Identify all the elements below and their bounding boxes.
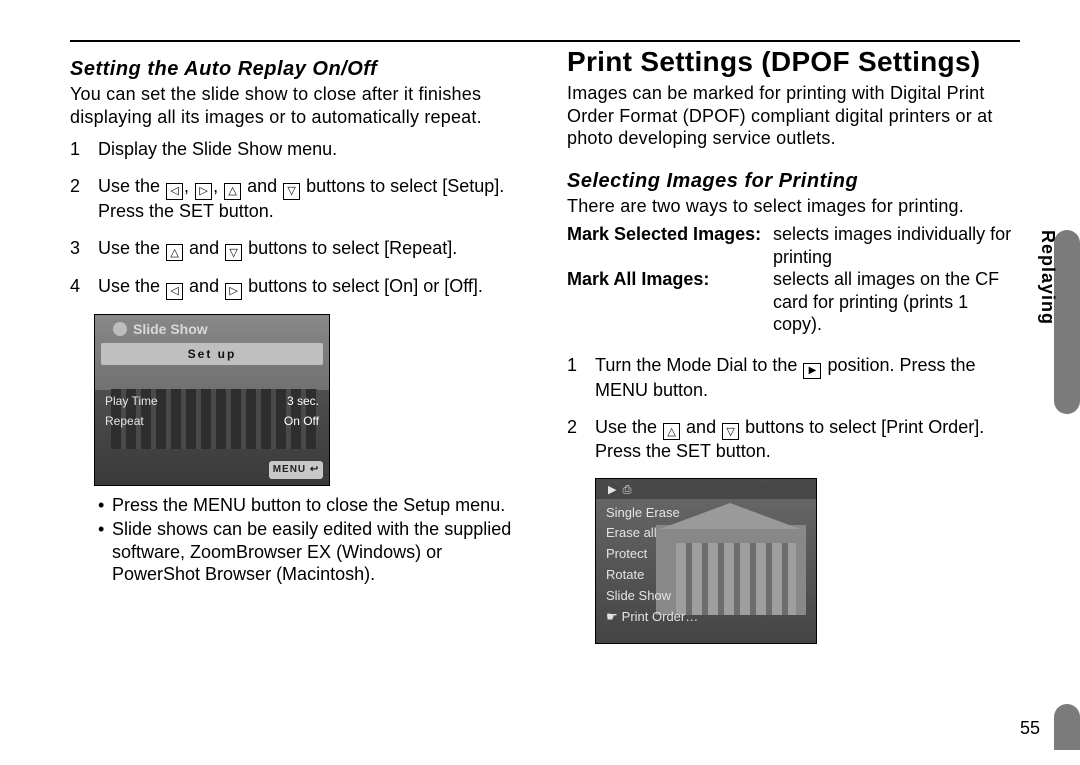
bullet-1: •Press the MENU button to close the Setu… bbox=[98, 494, 525, 517]
mi-single-erase: Single Erase bbox=[606, 503, 698, 524]
definitions: Mark Selected Images: selects images ind… bbox=[567, 223, 1022, 336]
menu-button-hint: MENU ↩ bbox=[269, 461, 323, 479]
down-triangle-icon: ▽ bbox=[722, 423, 739, 440]
rstep-1-text: Turn the Mode Dial to the ▶ position. Pr… bbox=[595, 354, 1022, 402]
step-4-text: Use the ◁ and ▷ buttons to select [On] o… bbox=[98, 275, 483, 300]
right-steps: 1 Turn the Mode Dial to the ▶ position. … bbox=[567, 354, 1022, 464]
right-triangle-icon: ▷ bbox=[195, 183, 212, 200]
rstep-1: 1 Turn the Mode Dial to the ▶ position. … bbox=[567, 354, 1022, 402]
left-steps: 1 Display the Slide Show menu. 2 Use the… bbox=[70, 138, 525, 300]
screenshot-menu: Set up Play Time 3 sec. Repeat On Off bbox=[101, 343, 323, 432]
two-column-layout: Setting the Auto Replay On/Off You can s… bbox=[70, 58, 1022, 644]
scr-setup-text: Set up bbox=[188, 344, 237, 364]
mi-print-order-text: Print Order… bbox=[622, 609, 699, 624]
def-mark-all: Mark All Images: selects all images on t… bbox=[567, 268, 1022, 336]
scr-play-r: 3 sec. bbox=[287, 391, 319, 411]
down-triangle-icon: ▽ bbox=[225, 244, 242, 261]
projector-icon bbox=[113, 322, 127, 336]
and: and bbox=[184, 238, 224, 258]
left-heading: Setting the Auto Replay On/Off bbox=[70, 58, 525, 81]
step-3: 3 Use the △ and ▽ buttons to select [Rep… bbox=[70, 237, 525, 262]
def-mark-selected: Mark Selected Images: selects images ind… bbox=[567, 223, 1022, 268]
r1-pre: Turn the Mode Dial to the bbox=[595, 355, 802, 375]
scr-repeat-row: Repeat On Off bbox=[101, 411, 323, 431]
left-triangle-icon: ◁ bbox=[166, 183, 183, 200]
scr-play-l: Play Time bbox=[105, 391, 158, 411]
play-mode-icon: ▶ bbox=[803, 363, 821, 379]
s4-pre: Use the bbox=[98, 276, 165, 296]
mi-print-order: ☛ Print Order… bbox=[606, 607, 698, 628]
page-number: 55 bbox=[1020, 718, 1040, 739]
bullet-1-text: Press the MENU button to close the Setup… bbox=[112, 494, 505, 517]
scr-playtime-row: Play Time 3 sec. bbox=[101, 391, 323, 411]
rstep-2: 2 Use the △ and ▽ buttons to select [Pri… bbox=[567, 416, 1022, 464]
mi-erase-all: Erase all bbox=[606, 523, 698, 544]
down-triangle-icon: ▽ bbox=[283, 183, 300, 200]
step-3-text: Use the △ and ▽ buttons to select [Repea… bbox=[98, 237, 457, 262]
s3-pre: Use the bbox=[98, 238, 165, 258]
and: and bbox=[184, 276, 224, 296]
mi-protect: Protect bbox=[606, 544, 698, 565]
up-triangle-icon: △ bbox=[663, 423, 680, 440]
step-1-text: Display the Slide Show menu. bbox=[98, 138, 337, 161]
and: and bbox=[681, 417, 721, 437]
pointer-icon: ☛ bbox=[606, 609, 618, 624]
sep: , bbox=[184, 176, 194, 196]
s3-post: buttons to select [Repeat]. bbox=[243, 238, 457, 258]
screenshot-title: Slide Show bbox=[113, 321, 208, 337]
left-column: Setting the Auto Replay On/Off You can s… bbox=[70, 58, 525, 644]
page-corner-tab bbox=[1054, 704, 1080, 750]
scr-rep-r: On Off bbox=[284, 411, 319, 431]
scr-setup-row: Set up bbox=[101, 343, 323, 365]
def2-text: selects all images on the CF card for pr… bbox=[773, 268, 1022, 336]
section-tab-label: Replaying bbox=[1037, 230, 1058, 325]
right-triangle-icon: ▷ bbox=[225, 283, 242, 300]
up-triangle-icon: △ bbox=[166, 244, 183, 261]
def1-label: Mark Selected Images: bbox=[567, 223, 767, 246]
right-subintro: There are two ways to select images for … bbox=[567, 195, 1022, 218]
and: and bbox=[242, 176, 282, 196]
manual-page: Setting the Auto Replay On/Off You can s… bbox=[0, 0, 1080, 765]
scr-menu-list: Single Erase Erase all Protect Rotate Sl… bbox=[606, 503, 698, 628]
right-column: Print Settings (DPOF Settings) Images ca… bbox=[567, 58, 1022, 644]
def1-text: selects images individually for printing bbox=[773, 223, 1022, 268]
bullet-2: •Slide shows can be easily edited with t… bbox=[98, 518, 525, 586]
bullet-2-text: Slide shows can be easily edited with th… bbox=[112, 518, 525, 586]
mi-slide-show: Slide Show bbox=[606, 586, 698, 607]
mi-rotate: Rotate bbox=[606, 565, 698, 586]
def2-label: Mark All Images: bbox=[567, 268, 767, 291]
left-bullets: •Press the MENU button to close the Setu… bbox=[98, 494, 525, 586]
play-tab-icon: ▶ ⎙ bbox=[608, 483, 631, 497]
sep: , bbox=[213, 176, 223, 196]
right-intro: Images can be marked for printing with D… bbox=[567, 82, 1022, 150]
right-subheading: Selecting Images for Printing bbox=[567, 170, 1022, 193]
left-intro: You can set the slide show to close afte… bbox=[70, 83, 525, 128]
s2-pre: Use the bbox=[98, 176, 165, 196]
left-triangle-icon: ◁ bbox=[166, 283, 183, 300]
top-rule bbox=[70, 40, 1020, 42]
up-triangle-icon: △ bbox=[224, 183, 241, 200]
scr-rep-l: Repeat bbox=[105, 411, 144, 431]
r2-pre: Use the bbox=[595, 417, 662, 437]
step-1: 1 Display the Slide Show menu. bbox=[70, 138, 525, 161]
step-4: 4 Use the ◁ and ▷ buttons to select [On]… bbox=[70, 275, 525, 300]
s4-post: buttons to select [On] or [Off]. bbox=[243, 276, 483, 296]
print-order-screenshot: ▶ ⎙ Single Erase Erase all Protect Rotat… bbox=[595, 478, 817, 644]
rstep-2-text: Use the △ and ▽ buttons to select [Print… bbox=[595, 416, 1022, 464]
slide-show-screenshot: Slide Show Set up Play Time 3 sec. Repeat… bbox=[94, 314, 330, 486]
step-2-text: Use the ◁, ▷, △ and ▽ buttons to select … bbox=[98, 175, 525, 223]
right-title: Print Settings (DPOF Settings) bbox=[567, 46, 1022, 78]
step-2: 2 Use the ◁, ▷, △ and ▽ buttons to selec… bbox=[70, 175, 525, 223]
scr-title-text: Slide Show bbox=[133, 321, 208, 337]
